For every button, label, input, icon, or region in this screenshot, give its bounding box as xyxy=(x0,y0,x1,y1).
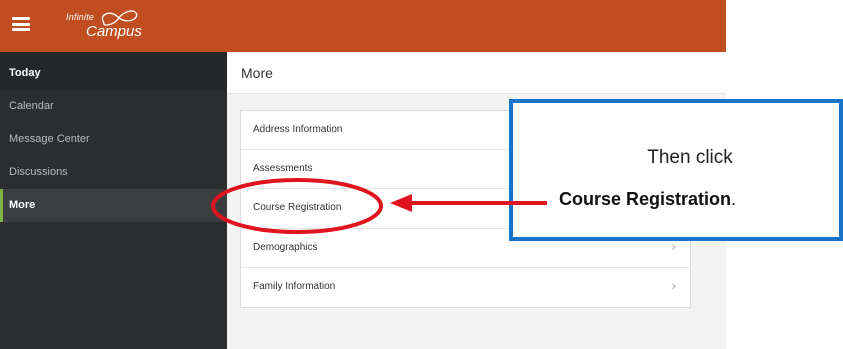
callout-text-line1: Then click xyxy=(647,147,733,168)
sidebar-item-more[interactable]: More xyxy=(0,189,227,222)
infinite-campus-logo: Infinite Campus xyxy=(66,9,156,43)
menu-item-label: Family Information xyxy=(253,280,336,292)
menu-item-label: Address Information xyxy=(253,124,343,135)
sidebar-item-today[interactable]: Today xyxy=(0,52,227,90)
instruction-callout-box: Then click Course Registration. xyxy=(509,99,843,241)
menu-item-label: Demographics xyxy=(253,241,318,253)
callout-bold-text: Course Registration xyxy=(559,189,732,209)
callout-text-line2: Course Registration. xyxy=(559,189,736,210)
page-title: More xyxy=(241,65,273,81)
menu-hamburger-icon[interactable] xyxy=(12,15,30,33)
chevron-right-icon: › xyxy=(671,276,676,293)
top-bar: Infinite Campus xyxy=(0,0,726,52)
sidebar-item-calendar[interactable]: Calendar xyxy=(0,90,227,123)
logo-text-line1: Infinite xyxy=(66,12,95,22)
sidebar-item-message-center[interactable]: Message Center xyxy=(0,123,227,156)
menu-item-family-information[interactable]: Family Information › xyxy=(241,268,690,307)
sidebar: Today Calendar Message Center Discussion… xyxy=(0,52,227,349)
sidebar-item-discussions[interactable]: Discussions xyxy=(0,156,227,189)
page-header: More xyxy=(227,52,726,94)
menu-item-label: Assessments xyxy=(253,163,313,175)
logo-text-line2: Campus xyxy=(86,23,142,40)
menu-item-label: Course Registration xyxy=(253,202,342,214)
callout-period: . xyxy=(731,189,737,209)
